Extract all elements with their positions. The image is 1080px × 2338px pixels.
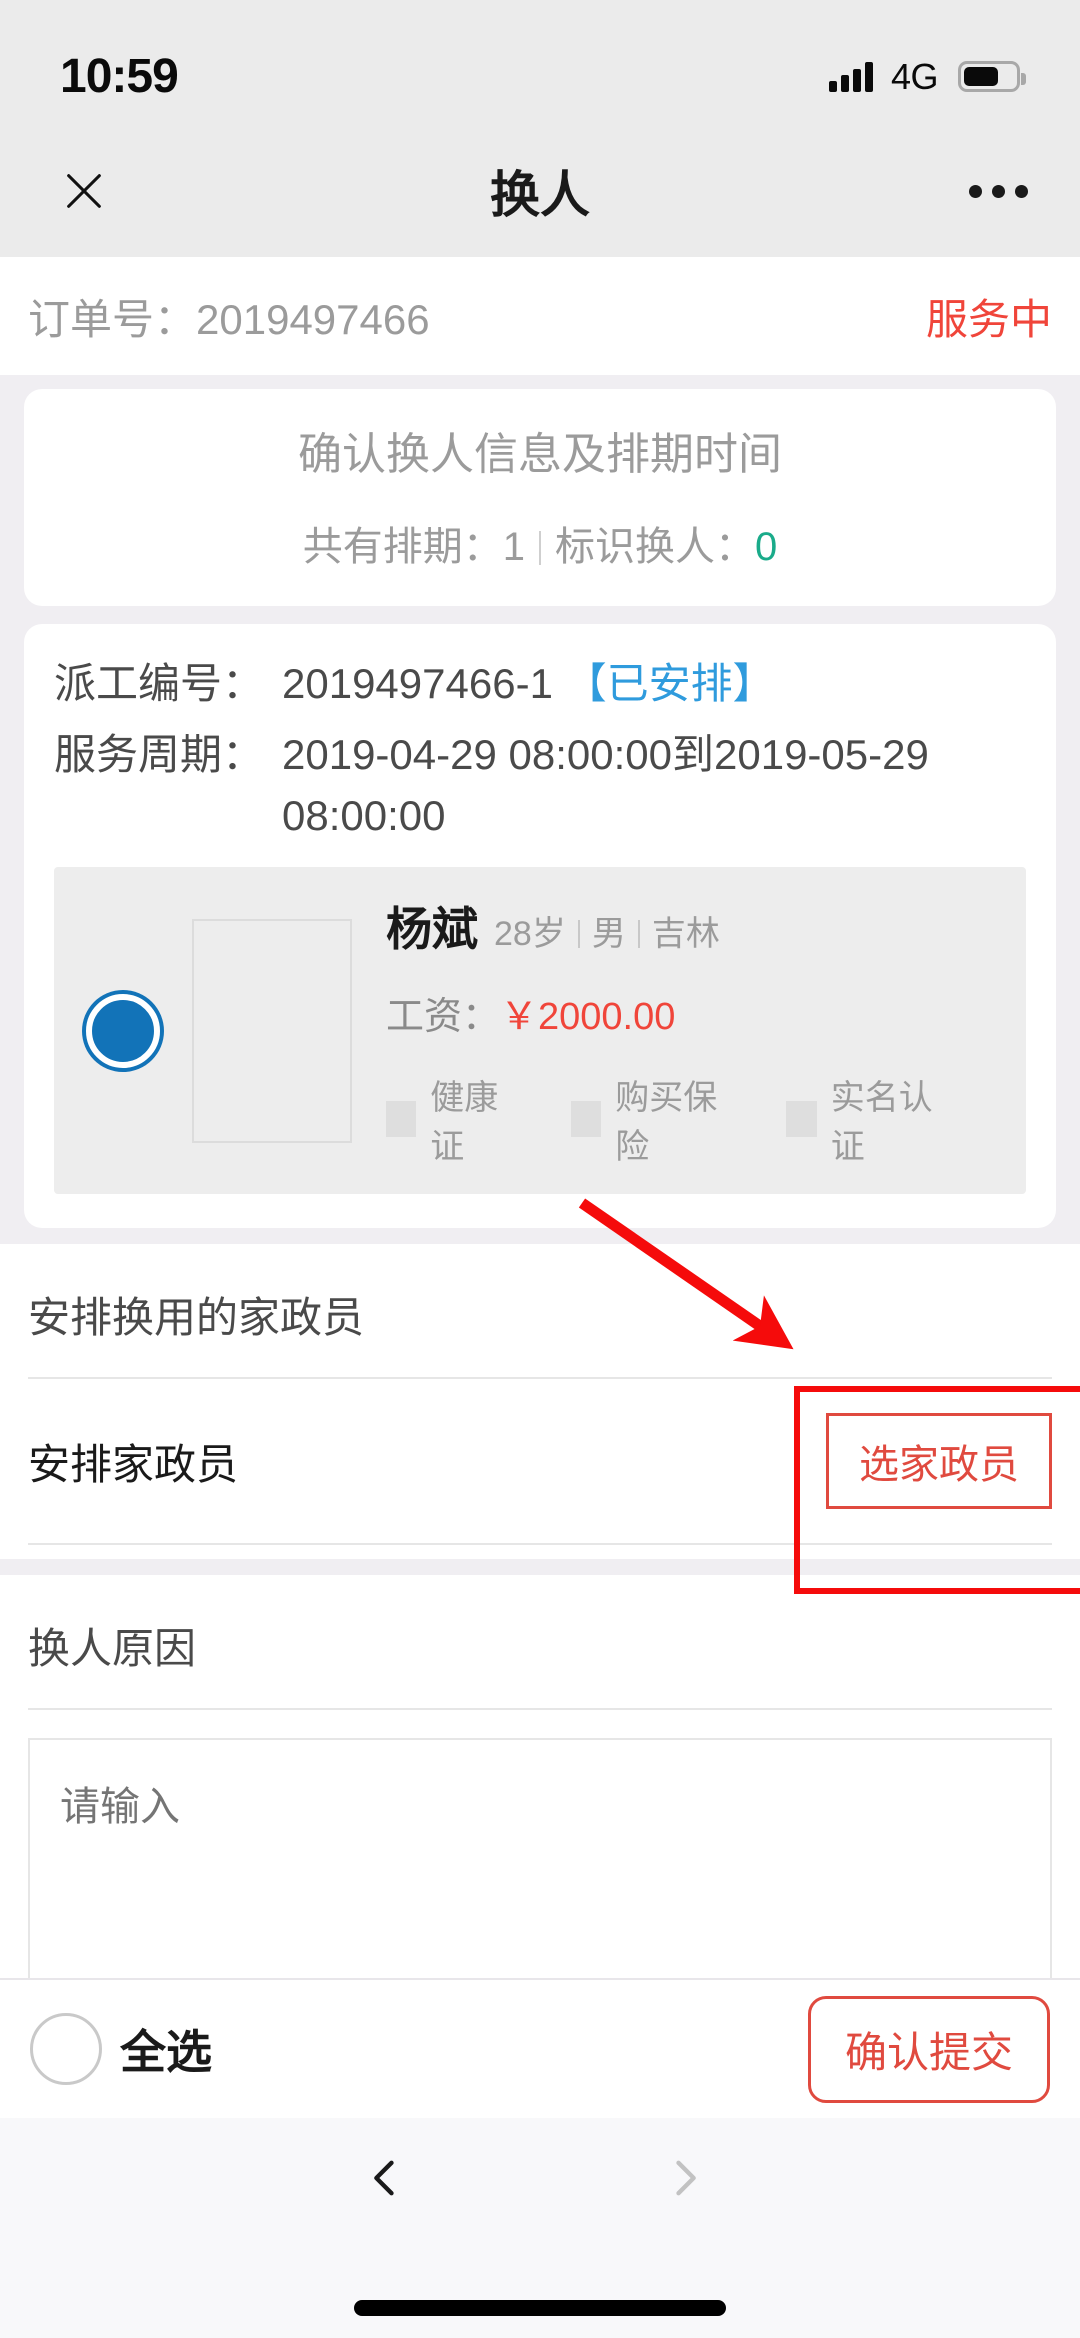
close-x-icon[interactable] bbox=[52, 159, 116, 223]
realname-cert-icon bbox=[786, 1101, 817, 1138]
reason-section-title: 换人原因 bbox=[28, 1625, 197, 1673]
worker-identity-line: 杨斌 28岁男吉林 bbox=[386, 893, 1002, 959]
dispatch-status-badge: 【已安排】 bbox=[564, 660, 775, 708]
submit-button[interactable]: 确认提交 bbox=[807, 1995, 1050, 2103]
worker-row[interactable]: 杨斌 28岁男吉林 工资：￥2000.00 健康证 购买保险 实名认证 bbox=[54, 867, 1026, 1195]
worker-age: 28岁 bbox=[494, 915, 566, 954]
order-number-label: 订单号： bbox=[28, 295, 197, 343]
dispatch-number-value: 2019497466-1 【已安排】 bbox=[282, 654, 1026, 715]
assign-worker-row: 安排家政员 选家政员 bbox=[0, 1379, 1080, 1543]
select-all-checkbox[interactable] bbox=[30, 2013, 102, 2085]
bottom-action-bar: 全选 确认提交 bbox=[0, 1978, 1080, 2118]
order-number-value: 2019497466 bbox=[196, 295, 430, 343]
worker-gender: 男 bbox=[591, 915, 626, 954]
battery-icon bbox=[958, 61, 1026, 92]
service-period-label: 服务周期： bbox=[54, 731, 265, 779]
worker-tags: 健康证 购买保险 实名认证 bbox=[386, 1070, 1002, 1168]
worker-tag-label: 健康证 bbox=[430, 1079, 499, 1167]
chevron-left-icon[interactable] bbox=[310, 2152, 460, 2204]
order-row: 订单号：2019497466 服务中 bbox=[0, 257, 1080, 375]
status-bar-indicators: 4G bbox=[828, 55, 1026, 98]
insurance-icon bbox=[570, 1101, 602, 1138]
network-type-label: 4G bbox=[890, 55, 939, 97]
replacement-section: 安排换用的家政员 安排家政员 选家政员 bbox=[0, 1244, 1080, 1560]
worker-info: 杨斌 28岁男吉林 工资：￥2000.00 健康证 购买保险 实名认证 bbox=[386, 893, 1002, 1168]
order-status-badge: 服务中 bbox=[925, 295, 1052, 343]
signal-bars-icon bbox=[828, 61, 873, 92]
replacement-section-title: 安排换用的家政员 bbox=[28, 1294, 365, 1342]
worker-tag-label: 购买保险 bbox=[615, 1079, 718, 1167]
worker-province: 吉林 bbox=[651, 915, 720, 954]
worker-salary-label: 工资： bbox=[386, 996, 501, 1039]
worker-tag: 实名认证 bbox=[786, 1070, 952, 1168]
status-bar-time: 10:59 bbox=[60, 50, 179, 103]
dispatch-number-label: 派工编号： bbox=[54, 660, 265, 708]
confirm-card: 确认换人信息及排期时间 共有排期：1 标识换人：0 bbox=[24, 389, 1056, 607]
service-period-row: 服务周期： 2019-04-29 08:00:00到2019-05-29 08:… bbox=[54, 725, 1026, 847]
reason-textarea[interactable] bbox=[28, 1738, 1052, 2019]
dispatch-number-text: 2019497466-1 bbox=[282, 660, 553, 708]
worker-salary-value: ￥2000.00 bbox=[500, 996, 676, 1039]
content-area: 确认换人信息及排期时间 共有排期：1 标识换人：0 派工编号： 201949746… bbox=[0, 375, 1080, 2076]
dispatch-card: 派工编号： 2019497466-1 【已安排】 服务周期： 2019-04-2… bbox=[24, 624, 1056, 1229]
schedule-count-label: 共有排期： bbox=[302, 525, 503, 570]
status-bar: 10:59 4G bbox=[0, 0, 1080, 125]
health-cert-icon bbox=[386, 1101, 417, 1138]
confirm-card-counts: 共有排期：1 标识换人：0 bbox=[24, 514, 1056, 572]
schedule-count-value: 1 bbox=[502, 525, 525, 570]
dispatch-number-row: 派工编号： 2019497466-1 【已安排】 bbox=[54, 654, 1026, 715]
page-title: 换人 bbox=[490, 167, 590, 223]
pick-worker-button[interactable]: 选家政员 bbox=[826, 1413, 1052, 1510]
home-indicator-bar bbox=[354, 2300, 726, 2316]
more-dots-icon[interactable] bbox=[969, 184, 1028, 198]
avatar-placeholder-icon bbox=[192, 918, 352, 1143]
browser-nav-bar bbox=[0, 2118, 1080, 2238]
worker-meta: 28岁男吉林 bbox=[494, 906, 720, 955]
nav-bar: 换人 bbox=[0, 125, 1080, 257]
worker-radio-selected[interactable] bbox=[86, 993, 160, 1068]
chevron-right-icon bbox=[610, 2152, 760, 2204]
count-divider bbox=[539, 531, 541, 566]
confirm-card-title: 确认换人信息及排期时间 bbox=[298, 430, 782, 479]
worker-tag: 购买保险 bbox=[570, 1070, 737, 1168]
select-all-label: 全选 bbox=[120, 2026, 212, 2078]
mark-count-value: 0 bbox=[755, 525, 778, 570]
worker-tag-label: 实名认证 bbox=[830, 1079, 933, 1167]
order-number: 订单号：2019497466 bbox=[28, 286, 430, 347]
assign-worker-label: 安排家政员 bbox=[28, 1440, 239, 1488]
worker-tag: 健康证 bbox=[386, 1070, 521, 1168]
service-period-value: 2019-04-29 08:00:00到2019-05-29 08:00:00 bbox=[282, 731, 929, 840]
worker-salary-line: 工资：￥2000.00 bbox=[386, 985, 1002, 1040]
mark-count-label: 标识换人： bbox=[555, 525, 755, 570]
worker-name: 杨斌 bbox=[386, 903, 478, 956]
phone-screen: 10:59 4G 换人 订单号：2019497466 服务中 确认换人信息及排期… bbox=[0, 0, 1080, 2338]
select-all-control[interactable]: 全选 bbox=[30, 2013, 212, 2085]
home-indicator-area bbox=[0, 2238, 1080, 2338]
